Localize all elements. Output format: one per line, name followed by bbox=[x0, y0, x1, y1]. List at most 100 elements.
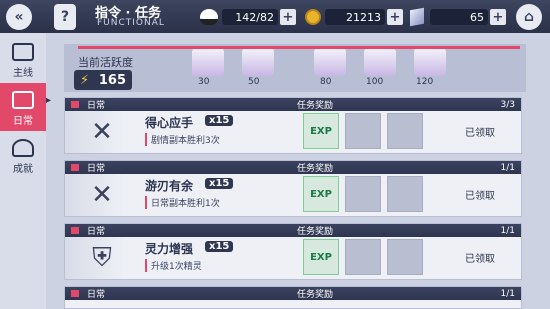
milestone-label-1: 30 bbox=[198, 77, 210, 87]
question-mark-icon: ? bbox=[60, 9, 70, 25]
help-button[interactable]: ? bbox=[54, 4, 76, 30]
activity-value-box: ⚡ 165 bbox=[74, 70, 132, 90]
armor-icon: ⛨ bbox=[92, 242, 112, 273]
crystal-icon bbox=[410, 7, 424, 27]
task-category: 日常 bbox=[87, 290, 106, 300]
activity-value: 165 bbox=[98, 72, 126, 88]
task-card-body: ✕ 游刃有余 x15 日常副本胜利1次 EXP 已领取 bbox=[65, 174, 521, 216]
task-card-header: 日常 任务奖励 3/3 bbox=[65, 98, 521, 111]
reward-slot-exp[interactable]: EXP bbox=[303, 239, 339, 275]
sidebar: 主线 日常 成就 bbox=[0, 33, 46, 309]
sidebar-item-main[interactable]: 主线 bbox=[0, 35, 46, 83]
reward-header: 任务奖励 bbox=[297, 101, 334, 111]
crossed-weapons-icon: ✕ bbox=[91, 180, 113, 210]
task-progress-count: 1/1 bbox=[500, 288, 515, 299]
sidebar-item-daily[interactable]: 日常 bbox=[0, 83, 46, 131]
crossed-weapons-icon: ✕ bbox=[91, 117, 113, 147]
activity-panel: 当前活跃度 ⚡ 165 30 50 80 100 120 bbox=[64, 44, 526, 92]
task-category: 日常 bbox=[87, 164, 106, 174]
category-marker bbox=[71, 227, 79, 234]
task-progress-count: 3/3 bbox=[500, 99, 515, 110]
milestone-label-2: 50 bbox=[248, 77, 260, 87]
milestone-label-4: 100 bbox=[366, 77, 384, 87]
task-description: 日常副本胜利1次 bbox=[145, 196, 220, 209]
double-chevron-left-icon: « bbox=[14, 9, 24, 25]
lightning-icon: ⚡ bbox=[80, 72, 90, 88]
task-name: 灵力增强 bbox=[145, 242, 194, 256]
task-description: 剧情副本胜利3次 bbox=[145, 133, 220, 146]
calendar-icon bbox=[12, 91, 34, 109]
home-button[interactable]: ⌂ bbox=[516, 4, 542, 30]
reward-slot-empty bbox=[387, 113, 423, 149]
reward-slot-exp[interactable]: EXP bbox=[303, 113, 339, 149]
medal-icon bbox=[12, 139, 34, 157]
task-multiplier: x15 bbox=[205, 115, 234, 126]
milestone-gift-3[interactable] bbox=[314, 48, 346, 76]
milestone-gift-2[interactable] bbox=[242, 48, 274, 76]
add-crystal-button[interactable]: + bbox=[490, 9, 506, 25]
sidebar-item-label: 成就 bbox=[13, 164, 33, 175]
task-multiplier: x15 bbox=[205, 241, 234, 252]
milestone-gift-1[interactable] bbox=[192, 48, 224, 76]
task-card: 日常 任务奖励 1/1 bbox=[64, 286, 522, 309]
resource-stamina: 142/82 + bbox=[200, 7, 296, 27]
monitor-icon bbox=[12, 43, 34, 61]
sidebar-item-label: 主线 bbox=[13, 68, 33, 79]
task-name: 游刃有余 bbox=[145, 179, 194, 193]
add-stamina-button[interactable]: + bbox=[280, 9, 296, 25]
task-card-body: ⛨ 灵力增强 x15 升级1次精灵 EXP 已领取 bbox=[65, 237, 521, 279]
category-marker bbox=[71, 101, 79, 108]
task-category: 日常 bbox=[87, 101, 106, 111]
resource-gold: 21213 + bbox=[305, 7, 403, 27]
gold-value: 21213 bbox=[325, 9, 385, 25]
task-multiplier: x15 bbox=[205, 178, 234, 189]
sidebar-item-label: 日常 bbox=[13, 116, 33, 127]
task-name: 得心应手 bbox=[145, 116, 194, 130]
task-card: 日常 任务奖励 1/1 ⛨ 灵力增强 x15 升级1次精灵 EXP 已领取 bbox=[64, 223, 522, 280]
task-description: 升级1次精灵 bbox=[145, 259, 202, 272]
stamina-value: 142/82 bbox=[222, 9, 278, 25]
claim-status: 已领取 bbox=[465, 128, 495, 139]
exp-icon: EXP bbox=[310, 125, 332, 137]
exp-icon: EXP bbox=[310, 188, 332, 200]
task-card: 日常 任务奖励 1/1 ✕ 游刃有余 x15 日常副本胜利1次 EXP 已领取 bbox=[64, 160, 522, 217]
reward-slot-empty bbox=[345, 239, 381, 275]
rice-ball-icon bbox=[200, 9, 218, 25]
milestone-gift-4[interactable] bbox=[364, 48, 396, 76]
page-subtitle: FUNCTIONAL bbox=[97, 18, 165, 28]
category-marker bbox=[71, 164, 79, 171]
task-card-header: 日常 任务奖励 1/1 bbox=[65, 287, 521, 300]
task-card-body: ✕ 得心应手 x15 剧情副本胜利3次 EXP 已领取 bbox=[65, 111, 521, 153]
milestone-label-3: 80 bbox=[320, 77, 332, 87]
sidebar-item-achievement[interactable]: 成就 bbox=[0, 131, 46, 179]
crystal-value: 65 bbox=[430, 9, 488, 25]
milestone-gift-5[interactable] bbox=[414, 48, 446, 76]
exp-icon: EXP bbox=[310, 251, 332, 263]
task-progress-count: 1/1 bbox=[500, 162, 515, 173]
reward-header: 任务奖励 bbox=[297, 227, 334, 237]
task-card: 日常 任务奖励 3/3 ✕ 得心应手 x15 剧情副本胜利3次 EXP 已领取 bbox=[64, 97, 522, 154]
reward-slot-empty bbox=[387, 176, 423, 212]
reward-slot-exp[interactable]: EXP bbox=[303, 176, 339, 212]
home-icon: ⌂ bbox=[523, 9, 535, 25]
claim-status: 已领取 bbox=[465, 191, 495, 202]
resource-crystal: 65 + bbox=[410, 7, 506, 27]
reward-header: 任务奖励 bbox=[297, 164, 334, 174]
activity-label: 当前活跃度 bbox=[78, 56, 133, 69]
activity-progress-track bbox=[78, 46, 520, 49]
top-bar: « ? 指令 · 任务 FUNCTIONAL 142/82 + 21213 + … bbox=[0, 0, 550, 33]
reward-header: 任务奖励 bbox=[297, 290, 334, 300]
reward-slot-empty bbox=[345, 113, 381, 149]
milestone-label-5: 120 bbox=[416, 77, 434, 87]
back-button[interactable]: « bbox=[6, 4, 32, 30]
task-progress-count: 1/1 bbox=[500, 225, 515, 236]
task-category: 日常 bbox=[87, 227, 106, 237]
reward-slot-empty bbox=[345, 176, 381, 212]
reward-slot-empty bbox=[387, 239, 423, 275]
add-gold-button[interactable]: + bbox=[387, 9, 403, 25]
gold-coin-icon bbox=[305, 9, 321, 25]
sidebar-expand-arrow[interactable]: ▸ bbox=[46, 95, 56, 109]
claim-status: 已领取 bbox=[465, 254, 495, 265]
category-marker bbox=[71, 290, 79, 297]
task-card-header: 日常 任务奖励 1/1 bbox=[65, 161, 521, 174]
